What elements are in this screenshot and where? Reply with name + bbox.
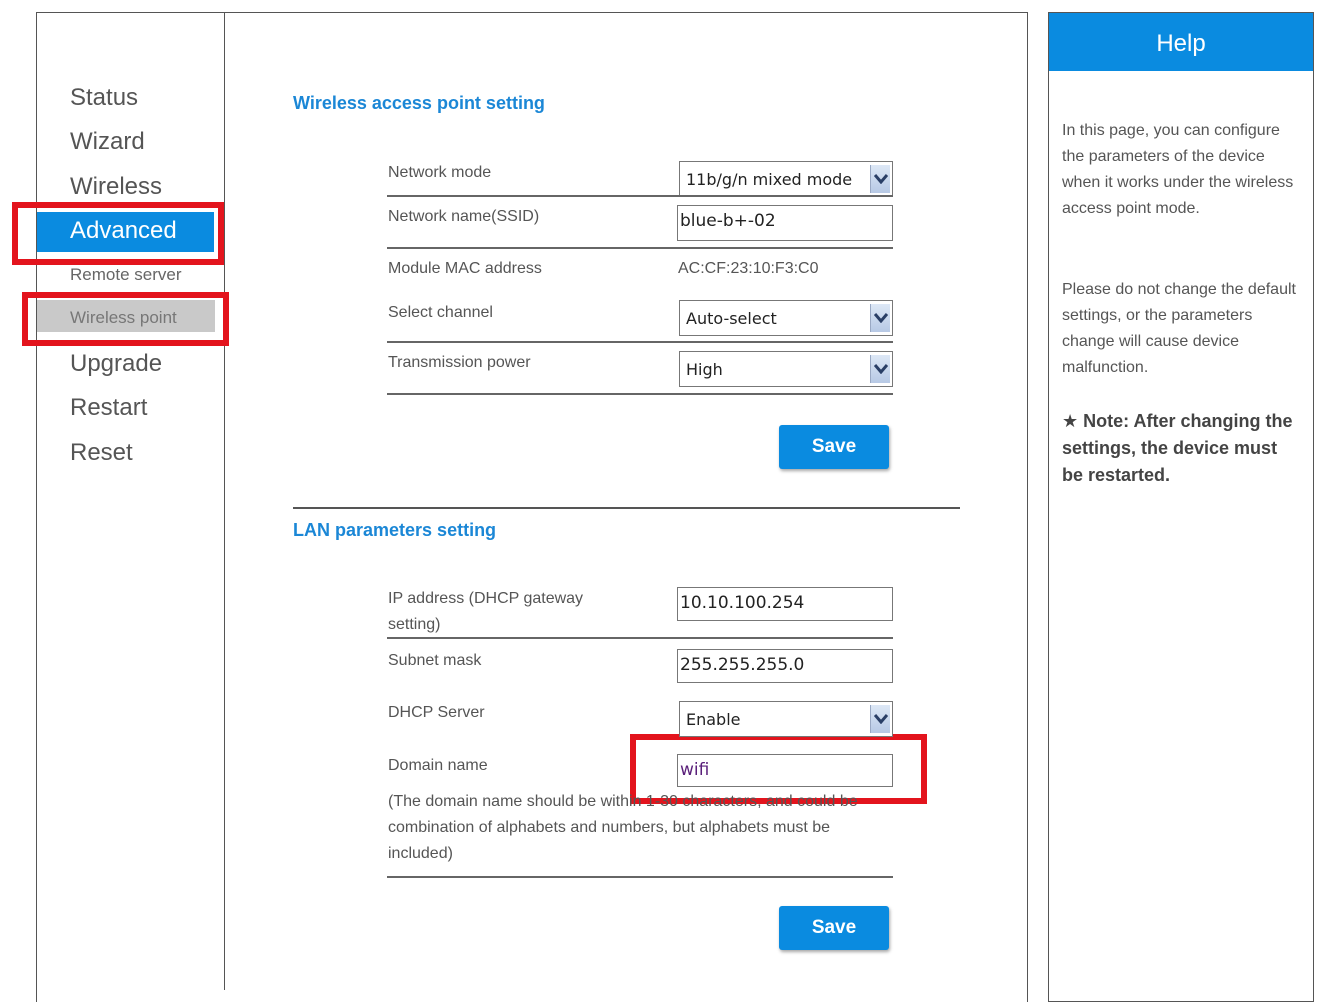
chevron-down-icon (870, 304, 890, 332)
ip-address-input[interactable]: 10.10.100.254 (677, 587, 893, 621)
channel-value: Auto-select (686, 309, 777, 328)
ssid-input[interactable]: blue-b+-02 (677, 205, 893, 241)
lan-section-title: LAN parameters setting (293, 520, 497, 540)
domain-name-input[interactable]: wifi (677, 754, 893, 787)
row-divider (387, 341, 893, 343)
transmission-power-label: Transmission power (388, 354, 531, 371)
sidebar-item-wireless[interactable]: Wireless (70, 173, 162, 201)
network-mode-value: 11b/g/n mixed mode (686, 170, 853, 189)
chevron-down-icon (870, 705, 890, 733)
help-title: Help (1049, 13, 1313, 71)
chevron-down-icon (870, 165, 890, 193)
channel-label: Select channel (388, 304, 493, 321)
row-divider (387, 393, 893, 395)
row-divider (387, 876, 893, 878)
highlight-box-advanced (12, 202, 224, 265)
sidebar-subitem-remote-server[interactable]: Remote server (70, 265, 181, 285)
domain-name-hint: (The domain name should be within 1-30 c… (388, 793, 858, 862)
sidebar-item-reset[interactable]: Reset (70, 439, 133, 467)
section-divider (293, 507, 960, 509)
network-mode-select[interactable]: 11b/g/n mixed mode (679, 161, 893, 197)
sidebar-item-status[interactable]: Status (70, 84, 138, 112)
help-paragraph-2: Please do not change the default setting… (1062, 281, 1296, 376)
transmission-power-value: High (686, 360, 723, 379)
mac-address-label: Module MAC address (388, 260, 542, 277)
lan-save-button[interactable]: Save (779, 906, 889, 950)
highlight-box-wireless-point (22, 292, 229, 346)
wireless-section-title: Wireless access point setting (293, 93, 545, 113)
ip-address-label: IP address (DHCP gateway setting) (388, 590, 584, 633)
dhcp-server-label: DHCP Server (388, 704, 485, 721)
dhcp-server-select[interactable]: Enable (679, 701, 893, 737)
chevron-down-icon (870, 355, 890, 383)
sidebar-item-restart[interactable]: Restart (70, 394, 147, 422)
wireless-save-button[interactable]: Save (779, 425, 889, 469)
sidebar-item-upgrade[interactable]: Upgrade (70, 350, 162, 378)
row-divider (387, 637, 893, 639)
subnet-mask-input[interactable]: 255.255.255.0 (677, 649, 893, 683)
sidebar-divider (224, 12, 225, 990)
sidebar-item-wizard[interactable]: Wizard (70, 128, 145, 156)
star-icon: ★ (1062, 411, 1079, 431)
row-divider (387, 247, 893, 249)
row-divider (387, 195, 893, 197)
channel-select[interactable]: Auto-select (679, 300, 893, 336)
ssid-label: Network name(SSID) (388, 208, 540, 225)
help-paragraph-1: In this page, you can configure the para… (1062, 122, 1294, 217)
help-note-text: Note: After changing the settings, the d… (1062, 411, 1293, 485)
network-mode-label: Network mode (388, 164, 492, 181)
help-note: ★ Note: After changing the settings, the… (1062, 408, 1302, 489)
dhcp-server-value: Enable (686, 710, 741, 729)
transmission-power-select[interactable]: High (679, 351, 893, 387)
mac-address-value: AC:CF:23:10:F3:C0 (678, 260, 819, 277)
domain-name-label: Domain name (388, 757, 488, 774)
subnet-mask-label: Subnet mask (388, 652, 482, 669)
